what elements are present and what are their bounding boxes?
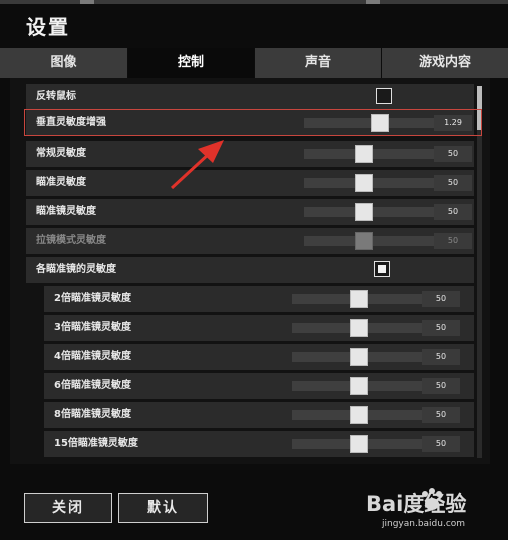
paw-logo-icon xyxy=(422,488,442,510)
default-button[interactable]: 默认 xyxy=(118,493,208,523)
annotation-arrow-icon xyxy=(170,140,224,190)
close-button[interactable]: 关闭 xyxy=(24,493,112,523)
watermark-url: jingyan.baidu.com xyxy=(382,519,466,529)
